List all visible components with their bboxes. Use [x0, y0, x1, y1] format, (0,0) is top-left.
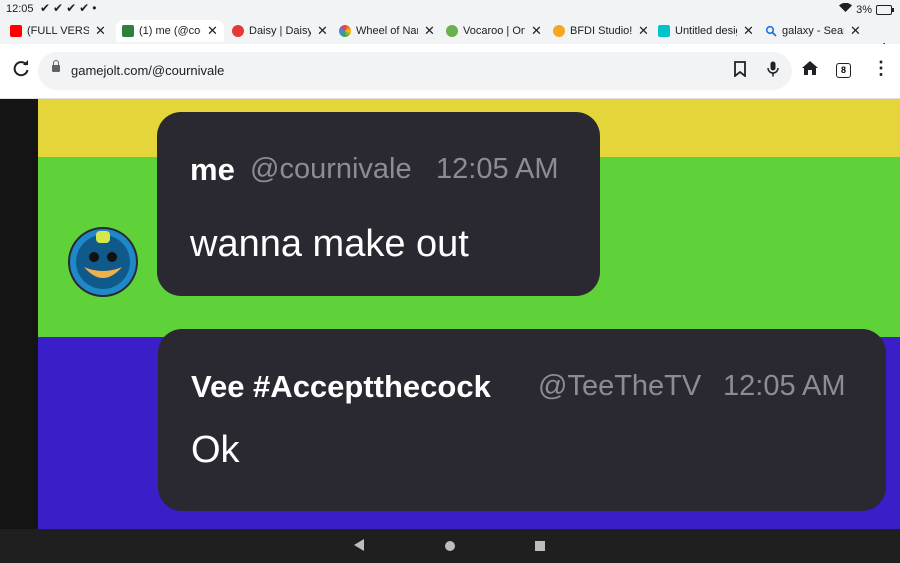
message-author[interactable]: me — [190, 152, 235, 188]
message-time: 12:05 AM — [436, 153, 559, 185]
tab-title: BFDI Studio! — [570, 25, 632, 37]
message-handle[interactable]: @TeeTheTV — [538, 370, 701, 403]
url-text[interactable]: gamejolt.com/@cournivale — [71, 63, 224, 78]
tab-2[interactable]: Daisy | Daisy's ✕ — [226, 20, 334, 42]
menu-icon[interactable]: ⋮ — [872, 58, 890, 79]
close-icon[interactable]: ✕ — [531, 23, 542, 39]
tab-5[interactable]: BFDI Studio! ✕ — [547, 20, 655, 42]
microphone-icon[interactable] — [767, 61, 779, 81]
status-right: 3% — [839, 2, 894, 16]
tab-0[interactable]: (FULL VERSION ✕ — [4, 20, 112, 42]
close-icon[interactable]: ✕ — [317, 23, 328, 39]
vocaroo-icon — [446, 25, 458, 37]
close-icon[interactable]: ✕ — [424, 23, 435, 39]
left-shadow — [0, 99, 38, 529]
tab-3[interactable]: Wheel of Names ✕ — [333, 20, 441, 42]
tab-1[interactable]: (1) me (@cournivale ✕ — [116, 20, 224, 42]
home-icon[interactable] — [801, 60, 819, 81]
tab-strip: (FULL VERSION ✕ (1) me (@cournivale ✕ Da… — [0, 18, 900, 60]
wheel-icon — [339, 25, 351, 37]
bookmark-icon[interactable] — [734, 61, 746, 81]
tab-title: (1) me (@cournivale — [139, 25, 201, 37]
notification-icons: ✔✔✔✔• — [40, 1, 100, 15]
back-icon[interactable] — [354, 539, 364, 551]
tab-7[interactable]: galaxy - Search ✕ — [759, 20, 867, 42]
close-icon[interactable]: ✕ — [743, 23, 754, 39]
message-time: 12:05 AM — [723, 370, 846, 402]
tab-6[interactable]: Untitled design ✕ — [652, 20, 760, 42]
tab-title: Wheel of Names — [356, 25, 418, 37]
youtube-icon — [10, 25, 22, 37]
home-button-icon[interactable] — [445, 541, 455, 551]
message-bubble: Vee #Acceptthecock @TeeTheTV 12:05 AM Ok — [158, 329, 886, 511]
bfdi-icon — [553, 25, 565, 37]
battery-icon — [876, 4, 894, 15]
avatar[interactable] — [68, 227, 138, 297]
message-bubble: me @cournivale 12:05 AM wanna make out — [157, 112, 600, 296]
tab-title: Vocaroo | Online — [463, 25, 525, 37]
status-bar: 12:05 ✔✔✔✔• 3% — [0, 0, 900, 18]
tab-title: (FULL VERSION — [27, 25, 89, 37]
daisy-icon — [232, 25, 244, 37]
tab-title: galaxy - Search — [782, 25, 844, 37]
canva-icon — [658, 25, 670, 37]
close-icon[interactable]: ✕ — [207, 23, 218, 39]
tab-count-button[interactable]: 8 — [836, 63, 851, 78]
message-text: wanna make out — [190, 223, 469, 265]
close-icon[interactable]: ✕ — [638, 23, 649, 39]
close-icon[interactable]: ✕ — [95, 23, 106, 39]
message-handle[interactable]: @cournivale — [250, 153, 412, 186]
wifi-icon — [839, 2, 853, 16]
page-content: me @cournivale 12:05 AM wanna make out V… — [0, 99, 900, 529]
gamejolt-icon — [122, 25, 134, 37]
recent-apps-icon[interactable] — [535, 541, 545, 551]
search-icon — [765, 25, 777, 37]
status-time: 12:05 — [6, 3, 34, 15]
tab-4[interactable]: Vocaroo | Online ✕ — [440, 20, 548, 42]
browser-toolbar: gamejolt.com/@cournivale 8 ⋮ — [0, 44, 900, 99]
close-icon[interactable]: ✕ — [850, 23, 861, 39]
system-nav-bar — [0, 529, 900, 563]
battery-text: 3% — [856, 3, 872, 16]
message-author[interactable]: Vee #Acceptthecock — [191, 369, 491, 405]
tab-title: Untitled design — [675, 25, 737, 37]
reload-icon[interactable] — [12, 60, 30, 84]
message-text: Ok — [191, 429, 240, 471]
lock-icon[interactable] — [52, 60, 60, 72]
tab-title: Daisy | Daisy's — [249, 25, 311, 37]
address-bar[interactable]: gamejolt.com/@cournivale — [38, 52, 792, 90]
